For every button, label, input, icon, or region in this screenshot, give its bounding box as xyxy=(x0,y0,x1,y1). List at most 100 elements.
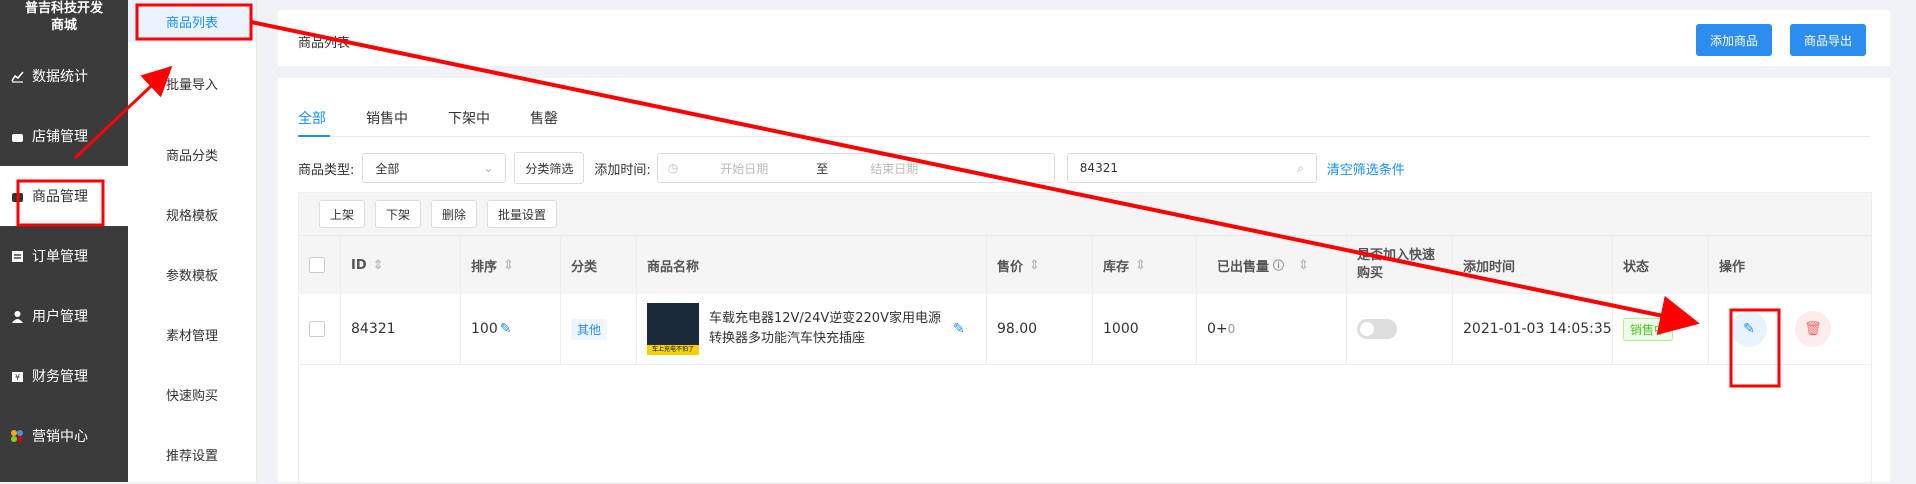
clear-filters-link[interactable]: 清空筛选条件 xyxy=(1327,159,1405,178)
col-id[interactable]: ID ⇕ xyxy=(341,236,461,294)
sort-icon[interactable]: ⇕ xyxy=(1029,258,1040,273)
chart-icon xyxy=(10,69,24,83)
trash-icon: 🗑 xyxy=(1804,321,1822,337)
row-checkbox[interactable] xyxy=(309,321,325,337)
nav-item-orders[interactable]: 订单管理 xyxy=(0,226,128,286)
row-price: 98.00 xyxy=(987,294,1093,364)
sort-icon[interactable]: ⇕ xyxy=(503,258,514,273)
bulk-delete-button[interactable]: 删除 xyxy=(431,200,478,228)
info-icon: ⓘ xyxy=(1273,259,1285,272)
row-sort-value: 100 xyxy=(471,321,498,337)
col-actions-label: 操作 xyxy=(1719,259,1746,275)
sold-extra-value: 0 xyxy=(1227,322,1236,336)
end-date[interactable]: 结束日期 xyxy=(870,160,918,177)
nav-label: 店铺管理 xyxy=(32,129,88,145)
start-date[interactable]: 开始日期 xyxy=(720,160,816,177)
col-sold-label: 已出售量 xyxy=(1217,259,1270,275)
nav-item-marketing[interactable]: 营销中心 xyxy=(0,406,128,466)
sub-item-spec-templates[interactable]: 规格模板 xyxy=(128,184,256,244)
sort-icon[interactable]: ⇕ xyxy=(1298,258,1309,273)
sub-item-product-list[interactable]: 商品列表 xyxy=(128,0,256,42)
col-stock[interactable]: 库存 ⇕ xyxy=(1093,236,1197,294)
product-name: 车载充电器12V/24V逆变220V家用电源转换器多功能汽车快充插座 xyxy=(709,311,941,346)
row-status: 销售中 xyxy=(1613,294,1709,364)
pencil-icon: ✎ xyxy=(1743,321,1755,337)
row-name: 车上充电不怕了 车载充电器12V/24V逆变220V家用电源转换器多功能汽车快充… xyxy=(637,294,987,364)
col-sort[interactable]: 排序 ⇕ xyxy=(461,236,561,294)
date-range-picker[interactable]: ◷ 开始日期 至 结束日期 xyxy=(656,153,1055,183)
col-created-label: 添加时间 xyxy=(1463,259,1516,275)
col-sold[interactable]: 已出售量 ⓘ ⇕ xyxy=(1197,236,1347,294)
edit-button[interactable]: ✎ xyxy=(1731,311,1767,347)
tab-divider xyxy=(298,136,1870,137)
col-id-label: ID xyxy=(351,257,367,273)
nav-label: 用户管理 xyxy=(32,309,88,325)
col-quick-buy: 是否加入快速购买 xyxy=(1347,236,1453,294)
marketing-icon xyxy=(10,429,24,443)
quick-buy-toggle[interactable] xyxy=(1357,319,1397,339)
bulk-on-shelf-button[interactable]: 上架 xyxy=(319,200,366,228)
nav-label: 商品管理 xyxy=(32,189,88,205)
search-value: 84321 xyxy=(1079,161,1118,175)
add-product-button[interactable]: 添加商品 xyxy=(1696,24,1773,56)
tab-sold-out[interactable]: 售罄 xyxy=(530,108,558,128)
clock-icon: ◷ xyxy=(667,161,679,175)
type-label: 商品类型: xyxy=(298,162,355,178)
price-value: 98.00 xyxy=(997,321,1038,337)
sub-item-bulk-import[interactable]: 批量导入 xyxy=(128,42,256,124)
col-category: 分类 xyxy=(561,236,637,294)
sub-item-quick-buy[interactable]: 快速购买 xyxy=(128,364,256,424)
row-id-value: 84321 xyxy=(351,321,396,337)
nav-item-products[interactable]: 商品管理 xyxy=(0,166,128,226)
tab-all[interactable]: 全部 xyxy=(298,108,326,128)
col-sort-label: 排序 xyxy=(471,259,498,275)
table-row: 84321 100 ✎ 其他 车上充电不怕了 车载充电器12V/24V逆变220V… xyxy=(299,294,1871,365)
nav-item-stats[interactable]: 数据统计 xyxy=(0,46,128,106)
created-value: 2021-01-03 14:05:35 xyxy=(1463,321,1612,337)
nav-item-users[interactable]: 用户管理 xyxy=(0,286,128,346)
wallet-icon: ¥ xyxy=(10,369,24,383)
nav-label: 数据统计 xyxy=(32,69,88,85)
row-sort[interactable]: 100 ✎ xyxy=(461,294,561,364)
nav-label: 营销中心 xyxy=(32,429,88,445)
chevron-down-icon: ⌄ xyxy=(483,161,494,175)
stock-value: 1000 xyxy=(1103,321,1139,337)
row-quick-buy xyxy=(1347,294,1453,364)
delete-button[interactable]: 🗑 xyxy=(1795,311,1831,347)
status-badge: 销售中 xyxy=(1623,317,1674,341)
sort-icon[interactable]: ⇕ xyxy=(1135,258,1146,273)
sort-icon[interactable]: ⇕ xyxy=(373,258,384,273)
col-stock-label: 库存 xyxy=(1103,259,1130,275)
tab-off-shelf[interactable]: 下架中 xyxy=(448,108,490,128)
pencil-icon[interactable]: ✎ xyxy=(953,321,965,337)
col-quick-buy-label: 是否加入快速购买 xyxy=(1357,248,1436,281)
product-type-select[interactable]: 全部 ⌄ xyxy=(362,153,507,183)
nav-item-store[interactable]: 店铺管理 xyxy=(0,106,128,166)
bulk-actions: 上架 下架 删除 批量设置 xyxy=(299,193,1871,235)
export-products-button[interactable]: 商品导出 xyxy=(1790,24,1867,56)
sub-item-categories[interactable]: 商品分类 xyxy=(128,124,256,184)
product-thumbnail[interactable]: 车上充电不怕了 xyxy=(647,303,699,355)
tab-on-sale[interactable]: 销售中 xyxy=(366,108,408,128)
sub-item-materials[interactable]: 素材管理 xyxy=(128,304,256,364)
bulk-off-shelf-button[interactable]: 下架 xyxy=(375,200,422,228)
page-header: 商品列表 添加商品 商品导出 xyxy=(278,10,1890,66)
active-tab-indicator xyxy=(298,135,330,137)
sub-item-recommend[interactable]: 推荐设置 xyxy=(128,424,256,484)
bag-icon xyxy=(10,189,24,203)
col-status: 状态 xyxy=(1613,236,1709,294)
row-sold: 0+ 0 xyxy=(1197,294,1347,364)
row-created: 2021-01-03 14:05:35 xyxy=(1453,294,1613,364)
search-icon[interactable]: ⌕ xyxy=(1297,161,1304,176)
col-price[interactable]: 售价 ⇕ xyxy=(987,236,1093,294)
category-filter-button[interactable]: 分类筛选 xyxy=(514,152,585,184)
type-value: 全部 xyxy=(375,161,400,176)
nav-item-finance[interactable]: ¥ 财务管理 xyxy=(0,346,128,406)
header-checkbox-cell xyxy=(299,236,341,294)
col-name-label: 商品名称 xyxy=(647,259,700,275)
select-all-checkbox[interactable] xyxy=(309,257,325,273)
search-input[interactable]: 84321 ⌕ xyxy=(1066,153,1317,183)
bulk-settings-button[interactable]: 批量设置 xyxy=(487,200,558,228)
pencil-icon[interactable]: ✎ xyxy=(500,321,512,337)
sub-item-param-templates[interactable]: 参数模板 xyxy=(128,244,256,304)
